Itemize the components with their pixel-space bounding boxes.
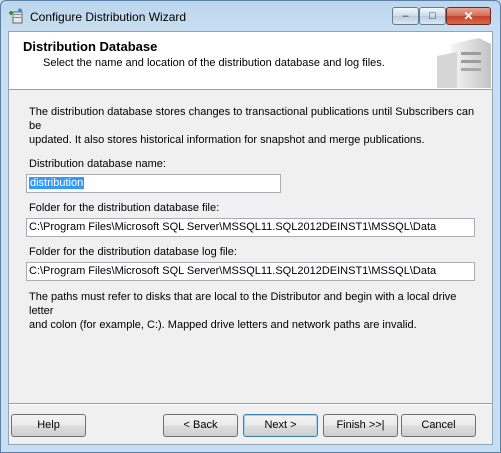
maximize-button[interactable]: □ <box>419 7 446 25</box>
db-name-label: Distribution database name: <box>29 158 166 170</box>
title-bar[interactable]: Configure Distribution Wizard – □ ✕ <box>1 1 500 31</box>
description-text: The distribution database stores changes… <box>29 106 475 146</box>
data-folder-label: Folder for the distribution database fil… <box>29 202 220 214</box>
cancel-button[interactable]: Cancel <box>401 414 476 437</box>
window-title: Configure Distribution Wizard <box>30 10 187 24</box>
back-button[interactable]: < Back <box>163 414 238 437</box>
next-button[interactable]: Next > <box>243 414 318 437</box>
wizard-window: Configure Distribution Wizard – □ ✕ Dist… <box>0 0 501 453</box>
log-folder-input[interactable]: C:\Program Files\Microsoft SQL Server\MS… <box>26 262 475 281</box>
wizard-client-area: Distribution Database Select the name an… <box>8 31 493 445</box>
close-button[interactable]: ✕ <box>446 7 491 25</box>
log-folder-label: Folder for the distribution database log… <box>29 246 237 258</box>
wizard-app-icon <box>9 8 23 24</box>
page-subtitle: Select the name and location of the dist… <box>43 57 385 69</box>
path-note-text: The paths must refer to disks that are l… <box>29 291 457 331</box>
footer-separator <box>9 403 492 405</box>
page-title: Distribution Database <box>23 39 158 54</box>
page-header: Distribution Database Select the name an… <box>9 32 492 90</box>
server-graphic-icon <box>437 38 491 88</box>
data-folder-input[interactable]: C:\Program Files\Microsoft SQL Server\MS… <box>26 218 475 237</box>
db-name-input[interactable]: distribution <box>26 174 281 193</box>
help-button[interactable]: Help <box>11 414 86 437</box>
finish-button[interactable]: Finish >>| <box>323 414 398 437</box>
minimize-button[interactable]: – <box>392 7 419 25</box>
